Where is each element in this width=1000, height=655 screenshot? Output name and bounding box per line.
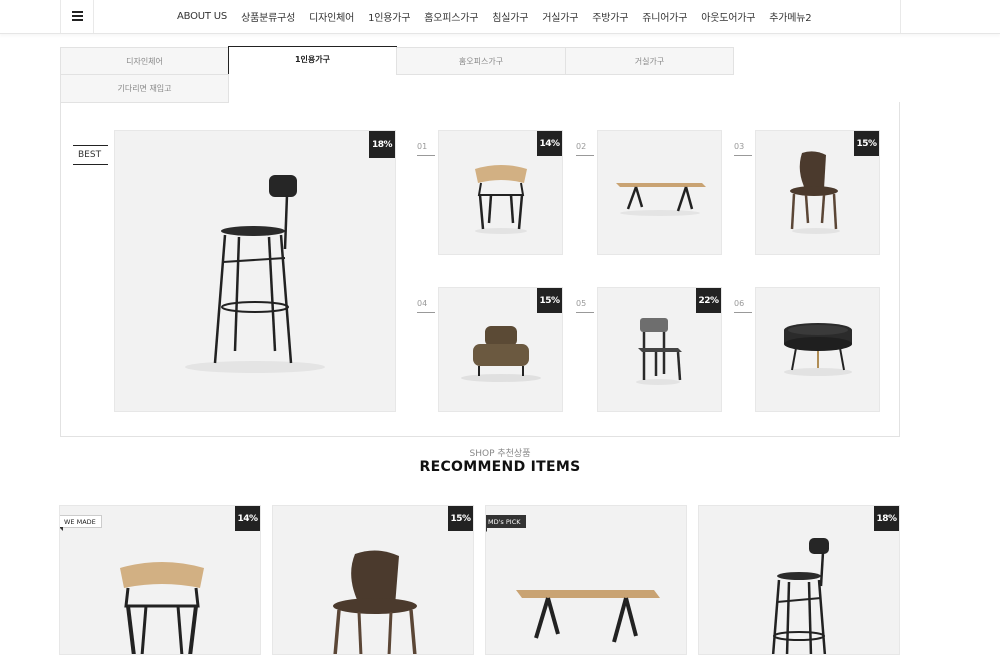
rank-label: 01: [417, 142, 435, 156]
discount-badge: 18%: [874, 506, 899, 531]
wood-bench-image: [516, 590, 660, 643]
tray-table-image: [784, 323, 852, 376]
md-pick-tag: MD's PICK: [486, 515, 526, 532]
bar-stool-image: [185, 175, 325, 373]
hamburger-icon[interactable]: [60, 0, 94, 33]
best-item-1[interactable]: 14%: [438, 130, 563, 255]
top-header: ABOUT US 상품분류구성 디자인체어 1인용가구 홈오피스가구 침실가구 …: [0, 0, 1000, 34]
wood-armchair-image: [120, 562, 204, 654]
rank-label: 02: [576, 142, 594, 156]
discount-badge: 14%: [235, 506, 260, 531]
discount-badge: 18%: [369, 131, 395, 158]
tab-restock[interactable]: 기다리면 재입고: [60, 74, 229, 103]
tab-home-office[interactable]: 홈오피스가구: [396, 47, 566, 75]
nav-item-bedroom[interactable]: 침실가구: [492, 9, 528, 24]
nav-item-category[interactable]: 상품분류구성: [241, 9, 295, 24]
nav-item-single-furniture[interactable]: 1인용가구: [368, 9, 410, 24]
nav-item-living[interactable]: 거실가구: [542, 9, 578, 24]
best-item-6[interactable]: [755, 287, 880, 412]
best-item-5[interactable]: 22%: [597, 287, 722, 412]
main-nav: ABOUT US 상품분류구성 디자인체어 1인용가구 홈오피스가구 침실가구 …: [170, 0, 818, 33]
rank-label: 04: [417, 299, 435, 313]
nav-item-extra[interactable]: 추가메뉴2: [769, 9, 811, 24]
best-item-3[interactable]: 15%: [755, 130, 880, 255]
discount-badge: 15%: [448, 506, 473, 531]
best-item-4[interactable]: 15%: [438, 287, 563, 412]
recommend-item-3[interactable]: MD's PICK: [485, 505, 687, 655]
best-item-2[interactable]: [597, 130, 722, 255]
tab-single-furniture[interactable]: 1인용가구: [228, 46, 397, 75]
rank-label: 05: [576, 299, 594, 313]
recommend-item-2[interactable]: 15%: [272, 505, 474, 655]
discount-badge: 15%: [854, 131, 879, 156]
discount-badge: 15%: [537, 288, 562, 313]
nav-item-home-office[interactable]: 홈오피스가구: [424, 9, 478, 24]
recommend-item-4[interactable]: 18%: [698, 505, 900, 655]
nav-item-junior[interactable]: 쥬니어가구: [642, 9, 687, 24]
nav-item-design-chair[interactable]: 디자인체어: [309, 9, 354, 24]
best-label: BEST: [73, 145, 108, 165]
discount-badge: 14%: [537, 131, 562, 156]
nav-item-kitchen[interactable]: 주방가구: [592, 9, 628, 24]
tab-design-chair[interactable]: 디자인체어: [60, 47, 229, 75]
recommend-item-1[interactable]: WE MADE 14%: [59, 505, 261, 655]
nav-item-outdoor[interactable]: 아웃도어가구: [701, 9, 755, 24]
tab-living[interactable]: 거실가구: [565, 47, 734, 75]
rank-label: 06: [734, 299, 752, 313]
header-divider: [900, 0, 901, 33]
wood-bench-image: [616, 183, 706, 216]
section-subtitle: SHOP 추천상품: [469, 449, 531, 459]
we-made-tag: WE MADE: [60, 515, 102, 531]
wood-chair-image: [333, 550, 417, 654]
rank-label: 03: [734, 142, 752, 156]
best-main-product[interactable]: 18%: [114, 130, 396, 412]
discount-badge: 22%: [696, 288, 721, 313]
bar-stool-image: [771, 538, 829, 654]
section-title: RECOMMEND ITEMS: [419, 459, 581, 475]
nav-item-about[interactable]: ABOUT US: [177, 11, 227, 22]
